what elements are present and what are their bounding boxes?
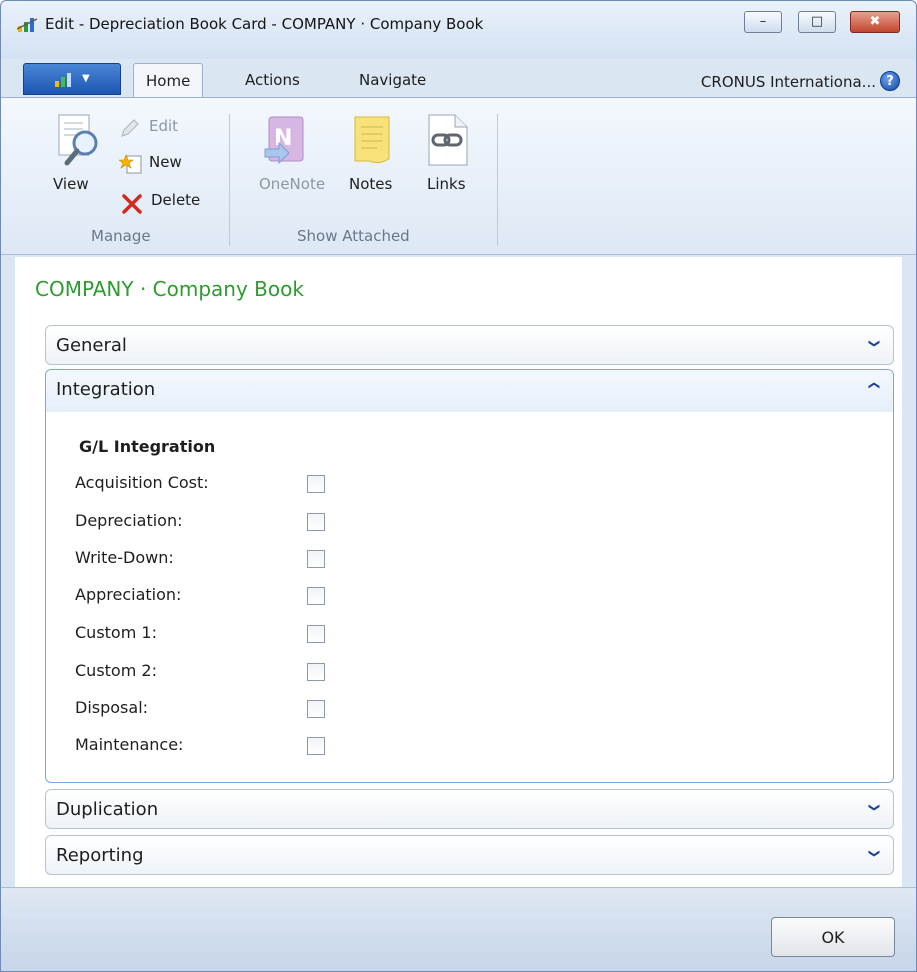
links-button[interactable]: Links bbox=[419, 111, 479, 201]
custom-2-label: Custom 2: bbox=[75, 661, 157, 680]
group-label-show-attached: Show Attached bbox=[297, 227, 410, 245]
appreciation-label: Appreciation: bbox=[75, 585, 182, 604]
links-label: Links bbox=[427, 175, 466, 193]
depreciation-checkbox[interactable] bbox=[307, 513, 325, 531]
new-document-icon bbox=[119, 154, 142, 174]
chevron-down-icon: ❯ bbox=[867, 848, 881, 859]
page-title: COMPANY · Company Book bbox=[35, 277, 304, 301]
application-menu-button[interactable]: ▼ bbox=[23, 63, 121, 95]
edit-button[interactable]: Edit bbox=[119, 115, 199, 141]
notes-label: Notes bbox=[349, 175, 393, 193]
dynamics-logo-icon bbox=[17, 18, 38, 32]
group-label-manage: Manage bbox=[91, 227, 151, 245]
disposal-label: Disposal: bbox=[75, 698, 149, 717]
acquisition-cost-label: Acquisition Cost: bbox=[75, 473, 209, 492]
ok-button[interactable]: OK bbox=[771, 917, 895, 957]
help-icon[interactable]: ? bbox=[880, 71, 900, 91]
fasttab-duplication-caption: Duplication bbox=[56, 799, 159, 820]
minimize-icon: – bbox=[759, 14, 767, 29]
maintenance-checkbox[interactable] bbox=[307, 737, 325, 755]
depreciation-label: Depreciation: bbox=[75, 511, 183, 530]
fasttab-general[interactable]: General ❯ bbox=[45, 325, 894, 365]
title-bar[interactable]: Edit - Depreciation Book Card - COMPANY … bbox=[1, 1, 916, 59]
new-label: New bbox=[149, 153, 182, 171]
fasttab-duplication[interactable]: Duplication ❯ bbox=[45, 789, 894, 829]
onenote-label: OneNote bbox=[259, 175, 326, 193]
view-label: View bbox=[53, 175, 89, 193]
edit-label: Edit bbox=[149, 117, 179, 135]
pencil-icon bbox=[121, 119, 139, 137]
maximize-button[interactable]: □ bbox=[798, 11, 836, 33]
fasttab-integration: Integration ❮ bbox=[45, 369, 894, 783]
appreciation-checkbox[interactable] bbox=[307, 587, 325, 605]
gl-integration-heading: G/L Integration bbox=[79, 437, 216, 456]
custom-2-checkbox[interactable] bbox=[307, 663, 325, 681]
tab-home[interactable]: Home bbox=[133, 63, 204, 97]
write-down-checkbox[interactable] bbox=[307, 550, 325, 568]
minimize-button[interactable]: – bbox=[744, 11, 782, 33]
custom-1-label: Custom 1: bbox=[75, 623, 157, 642]
window-title: Edit - Depreciation Book Card - COMPANY … bbox=[45, 15, 484, 33]
disposal-checkbox[interactable] bbox=[307, 700, 325, 718]
ribbon-separator bbox=[229, 114, 230, 246]
acquisition-cost-checkbox[interactable] bbox=[307, 475, 325, 493]
links-icon bbox=[428, 114, 468, 166]
notes-icon bbox=[354, 116, 390, 164]
custom-1-checkbox[interactable] bbox=[307, 625, 325, 643]
fasttab-integration-header[interactable]: Integration ❮ bbox=[46, 370, 893, 412]
chevron-down-icon: ❯ bbox=[867, 338, 881, 349]
notes-button[interactable]: Notes bbox=[345, 111, 405, 201]
onenote-icon: N bbox=[264, 116, 304, 165]
delete-label: Delete bbox=[151, 191, 201, 209]
onenote-button[interactable]: N OneNote bbox=[257, 111, 335, 201]
chevron-up-icon: ❮ bbox=[867, 380, 881, 391]
tab-actions[interactable]: Actions bbox=[233, 63, 312, 97]
fasttab-reporting-caption: Reporting bbox=[56, 845, 144, 866]
chevron-down-icon: ❯ bbox=[867, 802, 881, 813]
ribbon-separator bbox=[497, 114, 498, 246]
close-icon: ✖ bbox=[869, 14, 881, 29]
fasttab-general-caption: General bbox=[56, 335, 127, 356]
view-icon bbox=[58, 114, 98, 166]
company-name[interactable]: CRONUS Internationa... bbox=[701, 73, 876, 91]
chevron-down-icon: ▼ bbox=[82, 73, 90, 84]
delete-button[interactable]: Delete bbox=[119, 189, 213, 215]
view-button[interactable]: View bbox=[49, 113, 111, 199]
dialog-window: Edit - Depreciation Book Card - COMPANY … bbox=[0, 0, 917, 972]
tab-navigate[interactable]: Navigate bbox=[347, 63, 438, 97]
maximize-icon: □ bbox=[810, 14, 824, 29]
close-button[interactable]: ✖ bbox=[850, 11, 900, 33]
new-button[interactable]: New bbox=[119, 151, 199, 177]
dynamics-menu-icon bbox=[55, 73, 71, 87]
write-down-label: Write-Down: bbox=[75, 548, 174, 567]
maintenance-label: Maintenance: bbox=[75, 735, 184, 754]
fasttab-reporting[interactable]: Reporting ❯ bbox=[45, 835, 894, 875]
fasttab-integration-caption: Integration bbox=[56, 379, 156, 400]
delete-icon bbox=[122, 194, 142, 214]
